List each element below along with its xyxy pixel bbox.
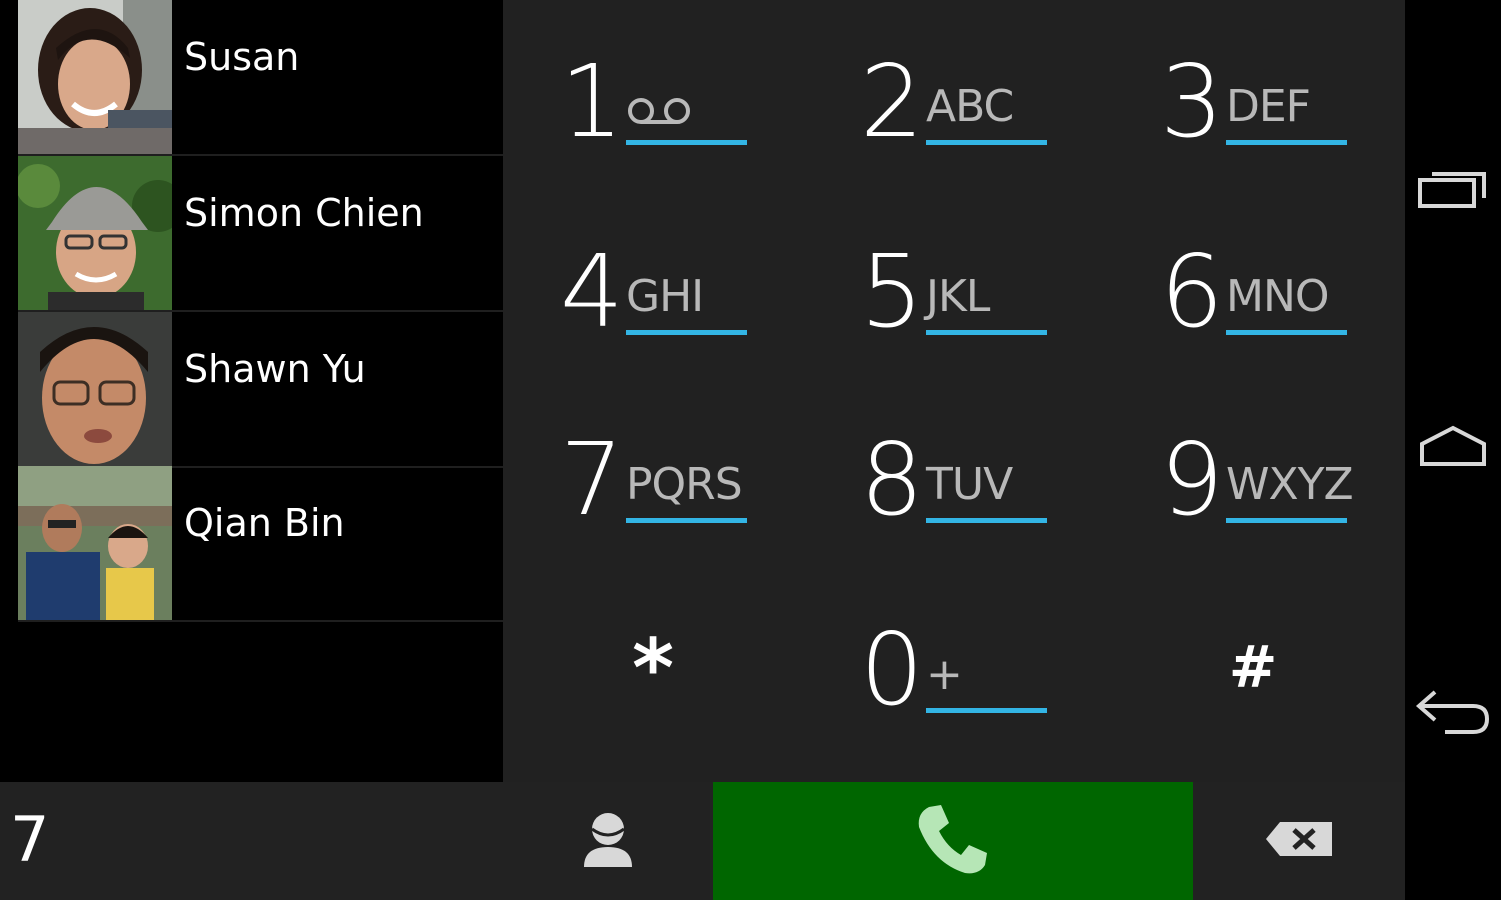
contact-name: Qian Bin	[184, 501, 345, 545]
contact-item-shawn-yu[interactable]: Shawn Yu	[18, 312, 503, 468]
key-letters: TUV	[926, 459, 1013, 510]
avatar	[18, 156, 172, 310]
recent-apps-icon	[1418, 166, 1488, 214]
key-letters: MNO	[1226, 271, 1330, 322]
contact-item-susan[interactable]: Susan	[18, 0, 503, 156]
key-letters: DEF	[1226, 81, 1311, 132]
dialer-action-bar: 7	[0, 782, 1405, 900]
backspace-button[interactable]	[1254, 782, 1344, 900]
key-digit: 5	[860, 233, 924, 350]
key-letters: WXYZ	[1226, 459, 1354, 510]
home-button[interactable]	[1405, 424, 1501, 472]
dial-key-9[interactable]: 9 WXYZ	[1103, 378, 1403, 568]
key-digit: 0	[860, 611, 924, 728]
avatar	[18, 312, 172, 466]
dial-key-1[interactable]: 1	[503, 0, 803, 190]
key-underline	[1226, 140, 1347, 145]
dial-key-6[interactable]: 6 MNO	[1103, 190, 1403, 380]
key-underline	[626, 518, 747, 523]
key-digit: 2	[860, 43, 924, 160]
dial-key-4[interactable]: 4 GHI	[503, 190, 803, 380]
contact-name: Shawn Yu	[184, 347, 366, 391]
key-underline	[926, 140, 1047, 145]
person-icon	[582, 811, 634, 871]
key-letters: +	[926, 649, 963, 700]
key-underline	[926, 708, 1047, 713]
key-digit: 3	[1160, 43, 1224, 160]
key-underline	[926, 518, 1047, 523]
voicemail-icon	[627, 96, 691, 130]
key-underline	[626, 330, 747, 335]
avatar	[18, 0, 172, 154]
back-button[interactable]	[1405, 686, 1501, 740]
avatar	[18, 466, 172, 620]
key-underline	[1226, 518, 1347, 523]
dial-key-hash[interactable]: #	[1103, 568, 1403, 758]
recent-apps-button[interactable]	[1405, 166, 1501, 214]
dial-key-5[interactable]: 5 JKL	[803, 190, 1103, 380]
key-digit: 4	[560, 233, 624, 350]
key-letters: PQRS	[626, 459, 743, 510]
contact-item-simon-chien[interactable]: Simon Chien	[18, 156, 503, 312]
dialpad: 1 2 ABC 3 DEF 4 GHI 5 JKL 6 MNO 7 PQRS 8…	[503, 0, 1405, 782]
key-digit: 8	[860, 421, 924, 538]
dial-key-0[interactable]: 0 +	[803, 568, 1103, 758]
call-button[interactable]	[713, 782, 1193, 900]
key-digit: 1	[560, 43, 624, 160]
dial-key-3[interactable]: 3 DEF	[1103, 0, 1403, 190]
contact-suggestions-list: Susan Simon Chien Shawn Yu Qian Bin	[0, 0, 503, 782]
key-letters: JKL	[926, 271, 990, 322]
dial-key-8[interactable]: 8 TUV	[803, 378, 1103, 568]
contact-item-qian-bin[interactable]: Qian Bin	[18, 466, 503, 622]
dial-key-star[interactable]: *	[503, 568, 803, 758]
back-icon	[1415, 686, 1491, 740]
key-letters: ABC	[926, 81, 1014, 132]
contact-name: Simon Chien	[184, 191, 424, 235]
key-digit: 6	[1160, 233, 1224, 350]
contact-name: Susan	[184, 35, 300, 79]
dial-key-2[interactable]: 2 ABC	[803, 0, 1103, 190]
contacts-button[interactable]	[560, 782, 656, 900]
key-underline	[626, 140, 747, 145]
key-digit: *	[632, 622, 674, 715]
key-digit: 9	[1160, 421, 1224, 538]
key-digit: #	[1228, 633, 1278, 701]
dialed-number-field[interactable]: 7	[10, 800, 49, 880]
key-underline	[1226, 330, 1347, 335]
home-icon	[1418, 424, 1488, 472]
key-underline	[926, 330, 1047, 335]
phone-icon	[915, 801, 991, 881]
dial-key-7[interactable]: 7 PQRS	[503, 378, 803, 568]
backspace-icon	[1264, 820, 1334, 862]
system-navigation-bar	[1405, 0, 1501, 900]
key-letters: GHI	[626, 271, 704, 322]
key-digit: 7	[560, 421, 624, 538]
